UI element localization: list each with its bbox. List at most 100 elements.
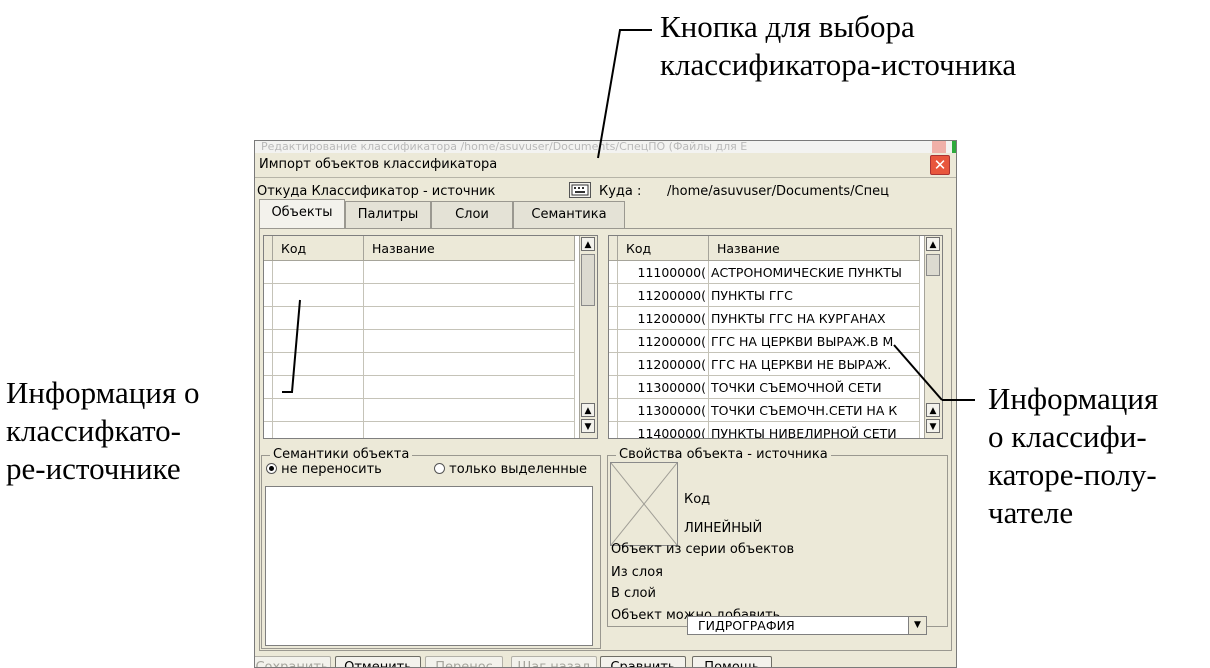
cell-code: 11200000( <box>617 283 709 307</box>
dest-scrollbar[interactable]: ▲ ▲ ▼ <box>924 236 942 438</box>
annotation-source-info: Информация о классифкато- ре-источнике <box>6 374 199 488</box>
source-scrollbar[interactable]: ▲ ▲ ▼ <box>579 236 597 438</box>
annotation-line: классификатора-источника <box>660 47 1017 82</box>
radio-label: только выделенные <box>449 462 588 477</box>
cell-code: 11300000( <box>617 398 709 422</box>
button-label: Перенос <box>435 660 493 668</box>
empty-preview-icon <box>611 463 677 545</box>
source-table[interactable]: Код Название ▲ ▲ ▼ <box>263 235 598 439</box>
button-label: Помощь <box>704 660 760 668</box>
compare-button[interactable]: Сравнить <box>600 656 686 668</box>
annotation-line: Информация <box>988 381 1159 416</box>
table-row[interactable] <box>264 260 575 284</box>
annotation-line: Информация о <box>6 375 200 410</box>
table-row[interactable] <box>264 375 575 399</box>
import-dialog: Редактирование классификатора /home/asuv… <box>254 140 957 668</box>
target-layer-select[interactable]: ГИДРОГРАФИЯ ▼ <box>687 616 927 635</box>
table-row[interactable]: 11200000(ГГС НА ЦЕРКВИ ВЫРАЖ.В М <box>609 329 920 353</box>
table-row[interactable]: 11400000(ПУНКТЫ НИВЕЛИРНОЙ СЕТИ <box>609 421 920 438</box>
code-label: Код <box>684 492 711 507</box>
scroll-up-button[interactable]: ▲ <box>581 403 595 417</box>
semantics-list[interactable] <box>265 486 593 646</box>
dest-table[interactable]: Код Название 11100000(АСТРОНОМИЧЕСКИЕ ПУ… <box>608 235 943 439</box>
dialog-titlebar: Импорт объектов классификатора ✕ <box>255 153 956 178</box>
radio-no-transfer[interactable]: не переносить <box>266 462 382 477</box>
transfer-button[interactable]: Перенос <box>425 656 503 668</box>
target-layer-value: ГИДРОГРАФИЯ <box>698 618 795 633</box>
column-header-name[interactable]: Название <box>363 236 575 261</box>
callout-top <box>597 29 652 159</box>
annotation-line: ре-источнике <box>6 451 181 486</box>
table-row[interactable]: 11100000(АСТРОНОМИЧЕСКИЕ ПУНКТЫ <box>609 260 920 284</box>
annotation-line: Кнопка для выбора <box>660 9 915 44</box>
tab-label: Слои <box>455 207 489 222</box>
dest-label: Куда : <box>599 184 642 199</box>
table-row[interactable] <box>264 398 575 422</box>
table-row[interactable] <box>264 421 575 438</box>
scroll-up-button[interactable]: ▲ <box>926 403 940 417</box>
radio-icon <box>434 463 445 474</box>
table-row[interactable]: 11200000(ГГС НА ЦЕРКВИ НЕ ВЫРАЖ. <box>609 352 920 376</box>
scroll-thumb[interactable] <box>581 254 595 306</box>
cell-code: 11100000( <box>617 260 709 284</box>
cell-name: ГГС НА ЦЕРКВИ НЕ ВЫРАЖ. <box>708 352 920 376</box>
table-row[interactable]: 11300000(ТОЧКИ СЪЕМОЧН.СЕТИ НА К <box>609 398 920 422</box>
tab-layers[interactable]: Слои <box>431 201 513 228</box>
background-edge <box>952 141 956 153</box>
scroll-thumb[interactable] <box>926 254 940 276</box>
table-row[interactable]: 11200000(ПУНКТЫ ГГС НА КУРГАНАХ <box>609 306 920 330</box>
cell-name: ТОЧКИ СЪЕМОЧН.СЕТИ НА К <box>708 398 920 422</box>
tab-label: Объекты <box>271 205 333 220</box>
scroll-up-button[interactable]: ▲ <box>581 237 595 251</box>
radio-selected-only[interactable]: только выделенные <box>434 462 587 477</box>
column-header-name[interactable]: Название <box>708 236 920 261</box>
table-row[interactable] <box>264 306 575 330</box>
scroll-down-button[interactable]: ▼ <box>581 419 595 433</box>
save-button[interactable]: Сохранить <box>255 656 331 668</box>
series-label: Объект из серии объектов <box>611 542 795 557</box>
chevron-down-icon: ▼ <box>908 617 926 634</box>
table-row[interactable]: 11200000(ПУНКТЫ ГГС <box>609 283 920 307</box>
column-header-code[interactable]: Код <box>272 236 364 261</box>
button-label: Сохранить <box>255 660 329 668</box>
column-header-code[interactable]: Код <box>617 236 709 261</box>
close-button[interactable]: ✕ <box>930 155 950 175</box>
dialog-title: Импорт объектов классификатора <box>259 157 498 172</box>
cell-name: АСТРОНОМИЧЕСКИЕ ПУНКТЫ <box>708 260 920 284</box>
tab-objects[interactable]: Объекты <box>259 199 345 228</box>
object-type: ЛИНЕЙНЫЙ <box>684 521 763 536</box>
annotation-line: классифкато- <box>6 413 181 448</box>
select-source-button[interactable] <box>569 182 591 198</box>
table-row[interactable] <box>264 283 575 307</box>
scroll-up-button[interactable]: ▲ <box>926 237 940 251</box>
cell-code: 11300000( <box>617 375 709 399</box>
table-row[interactable] <box>264 352 575 376</box>
annotation-dest-info: Информация о классифи- каторе-полу- чате… <box>988 380 1158 532</box>
properties-group: Свойства объекта - источника Код ЛИНЕЙНЫ… <box>607 447 948 627</box>
table-row[interactable] <box>264 329 575 353</box>
cell-code: 11200000( <box>617 306 709 330</box>
scroll-down-button[interactable]: ▼ <box>926 419 940 433</box>
annotation-line: каторе-полу- <box>988 457 1157 492</box>
semantics-group-title: Семантики объекта <box>270 447 413 462</box>
cell-code: 11200000( <box>617 329 709 353</box>
to-layer-label: В слой <box>611 586 656 601</box>
table-row[interactable]: 11300000(ТОЧКИ СЪЕМОЧНОЙ СЕТИ <box>609 375 920 399</box>
cell-name: ГГС НА ЦЕРКВИ ВЫРАЖ.В М <box>708 329 920 353</box>
button-label: Сравнить <box>610 660 676 668</box>
tab-palettes[interactable]: Палитры <box>345 201 431 228</box>
cell-name: ПУНКТЫ НИВЕЛИРНОЙ СЕТИ <box>708 421 920 438</box>
properties-group-title: Свойства объекта - источника <box>616 447 831 462</box>
dest-path: /home/asuvuser/Documents/Спец <box>667 184 889 199</box>
tab-semantics[interactable]: Семантика <box>513 201 625 228</box>
cell-code: 11200000( <box>617 352 709 376</box>
step-back-button[interactable]: Шаг назад <box>511 656 597 667</box>
radio-icon <box>266 463 277 474</box>
help-button[interactable]: Помощь <box>692 656 772 668</box>
background-close-icon <box>932 141 946 153</box>
cell-code: 11400000( <box>617 421 709 438</box>
radio-label: не переносить <box>281 462 382 477</box>
cancel-button[interactable]: Отменить <box>335 656 421 668</box>
button-label: Отменить <box>344 660 412 668</box>
cell-name: ТОЧКИ СЪЕМОЧНОЙ СЕТИ <box>708 375 920 399</box>
